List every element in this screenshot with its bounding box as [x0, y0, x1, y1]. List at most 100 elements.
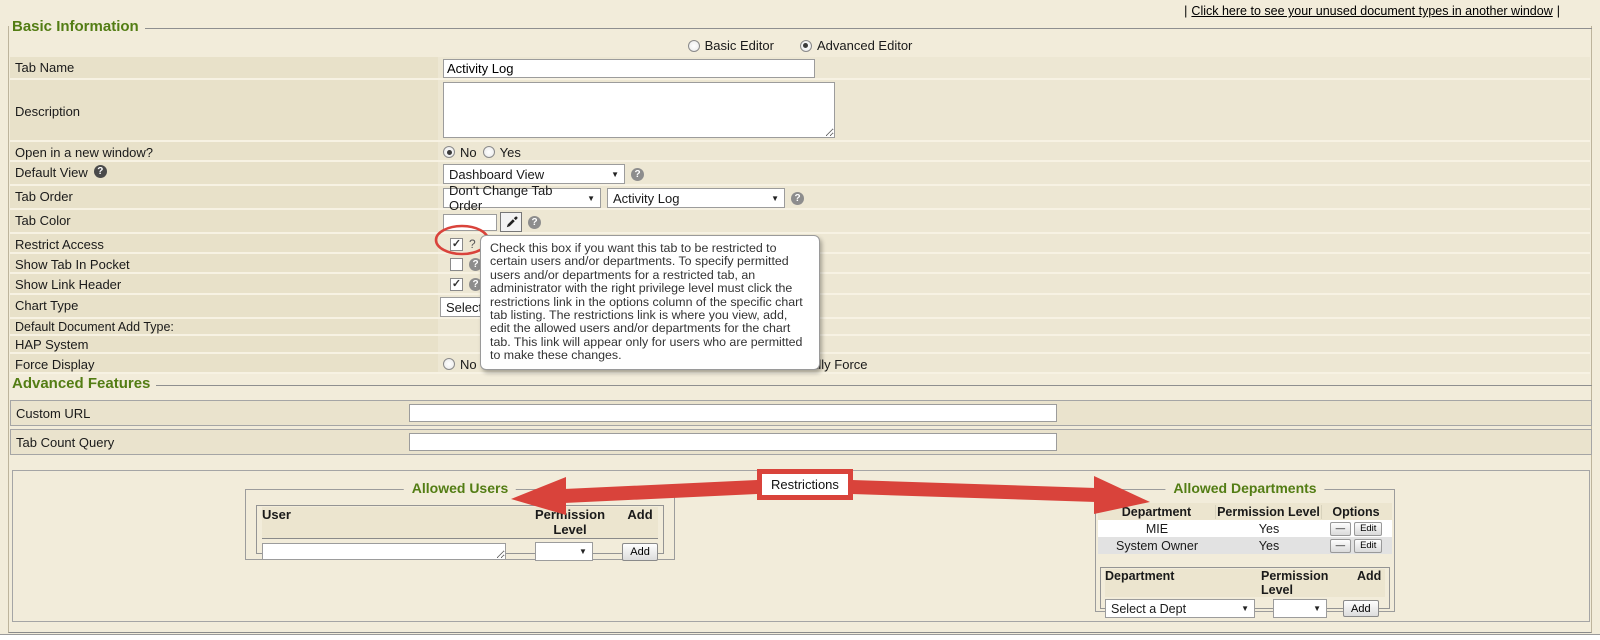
add-department-table: Department Permission Level Add Select a…: [1100, 567, 1390, 609]
restrict-access-checkbox[interactable]: ✓: [450, 238, 463, 251]
dropdown-arrow-icon: ▼: [611, 170, 619, 179]
user-input[interactable]: [262, 543, 506, 560]
advanced-editor-option[interactable]: Advanced Editor: [800, 38, 912, 53]
add-department-button[interactable]: Add: [1343, 600, 1379, 617]
tab-order-label: Tab Order: [10, 186, 438, 208]
restrict-access-tooltip: Check this box if you want this tab to b…: [480, 235, 820, 370]
add-department-header-row: Department Permission Level Add: [1105, 569, 1385, 597]
basic-editor-radio[interactable]: [688, 40, 700, 52]
department-column-header: Department: [1098, 505, 1216, 519]
show-tab-in-pocket-checkbox[interactable]: [450, 258, 463, 271]
tab-count-query-row: Tab Count Query: [10, 429, 1592, 455]
section-rule: [145, 28, 1592, 29]
allowed-users-header-row: User Permission Level Add: [262, 507, 658, 539]
basic-editor-option[interactable]: Basic Editor: [688, 38, 774, 53]
department-select-value: Select a Dept: [1111, 602, 1186, 616]
help-icon[interactable]: ?: [631, 168, 644, 181]
open-window-no-radio[interactable]: [443, 146, 455, 158]
allowed-users-table: User Permission Level Add ▼ Add: [256, 505, 664, 554]
department-select[interactable]: Select a Dept ▼: [1105, 599, 1255, 618]
edit-department-button[interactable]: Edit: [1354, 522, 1382, 536]
top-link-bar: | Click here to see your unused document …: [1180, 4, 1564, 18]
tab-name-label: Tab Name: [10, 57, 438, 78]
advanced-editor-label: Advanced Editor: [817, 38, 912, 53]
show-link-header-checkbox[interactable]: ✓: [450, 278, 463, 291]
tab-editor-page: | Click here to see your unused document …: [0, 0, 1600, 640]
chart-type-value: Select: [446, 300, 482, 315]
open-window-yes-option[interactable]: Yes: [483, 145, 521, 160]
allowed-users-title: Allowed Users: [404, 480, 516, 496]
user-permission-select[interactable]: ▼: [535, 542, 593, 561]
default-view-row: Default View ? Dashboard View ▼ ?: [10, 162, 1590, 186]
description-textarea[interactable]: [443, 82, 835, 138]
tab-color-row: Tab Color ?: [10, 210, 1590, 234]
tab-order-mode-select[interactable]: Don't Change Tab Order ▼: [443, 188, 601, 208]
help-icon[interactable]: ?: [528, 216, 541, 229]
section-rule: [156, 385, 1592, 386]
department-permission-select[interactable]: ▼: [1273, 599, 1327, 618]
open-window-no-option[interactable]: No: [443, 145, 477, 160]
remove-department-button[interactable]: —: [1330, 522, 1352, 536]
departments-header-row: Department Permission Level Options: [1098, 503, 1392, 520]
force-display-label: Force Display: [10, 354, 438, 372]
help-icon[interactable]: ?: [791, 192, 804, 205]
basic-editor-label: Basic Editor: [705, 38, 774, 53]
add-column-header: Add: [1357, 569, 1385, 597]
table-row: System Owner Yes — Edit: [1098, 537, 1392, 554]
dropdown-arrow-icon: ▼: [771, 194, 779, 203]
allowed-departments-title: Allowed Departments: [1165, 480, 1324, 496]
department-cell: System Owner: [1098, 539, 1216, 553]
tab-name-row: Tab Name: [10, 57, 1590, 80]
show-tab-in-pocket-label: Show Tab In Pocket: [10, 254, 438, 272]
custom-url-label: Custom URL: [11, 406, 409, 421]
force-display-no-radio[interactable]: [443, 358, 455, 370]
open-window-no-label: No: [460, 145, 477, 160]
remove-department-button[interactable]: —: [1330, 539, 1352, 553]
custom-url-row: Custom URL: [10, 400, 1592, 426]
restrict-access-label: Restrict Access: [10, 234, 438, 252]
add-department-input-row: Select a Dept ▼ ▼ Add: [1105, 599, 1385, 618]
show-link-header-label: Show Link Header: [10, 274, 438, 293]
color-picker-button[interactable]: [500, 212, 522, 232]
permission-level-column-header: Permission Level: [518, 507, 622, 537]
advanced-features-section-header: Advanced Features: [8, 375, 1592, 392]
permission-level-column-header: Permission Level: [1261, 569, 1357, 597]
open-new-window-row: Open in a new window? No Yes: [10, 142, 1590, 162]
chart-type-label: Chart Type: [10, 295, 438, 317]
pipe-separator: |: [1557, 4, 1560, 18]
custom-url-input[interactable]: [409, 404, 1057, 422]
user-column-header: User: [262, 507, 518, 537]
edit-department-button[interactable]: Edit: [1354, 539, 1382, 553]
open-window-yes-radio[interactable]: [483, 146, 495, 158]
open-window-yes-label: Yes: [500, 145, 521, 160]
department-column-header: Department: [1105, 569, 1261, 597]
allowed-departments-panel: Allowed Departments Department Permissio…: [1095, 489, 1395, 612]
tab-order-target-select[interactable]: Activity Log ▼: [607, 188, 785, 208]
tab-color-input[interactable]: [443, 214, 497, 231]
force-display-no-label: No: [460, 357, 477, 372]
tab-count-query-input[interactable]: [409, 433, 1057, 451]
advanced-editor-radio[interactable]: [800, 40, 812, 52]
dropdown-arrow-icon: ▼: [1241, 604, 1249, 613]
tab-order-mode-value: Don't Change Tab Order: [449, 183, 579, 213]
default-document-add-type-label: Default Document Add Type:: [10, 319, 438, 334]
default-view-value: Dashboard View: [449, 167, 544, 182]
unused-document-types-link[interactable]: Click here to see your unused document t…: [1191, 4, 1552, 18]
dropdown-arrow-icon: ▼: [587, 194, 595, 203]
tab-count-query-label: Tab Count Query: [11, 435, 409, 450]
tab-name-input[interactable]: [443, 59, 815, 78]
checkmark-icon: ✓: [452, 239, 461, 250]
default-view-select[interactable]: Dashboard View ▼: [443, 164, 625, 184]
section-title: Basic Information: [8, 18, 145, 35]
basic-information-section-header: Basic Information: [8, 18, 1592, 35]
tab-order-target-value: Activity Log: [613, 191, 679, 206]
allowed-users-input-row: ▼ Add: [262, 542, 658, 561]
description-row: Description: [10, 80, 1590, 142]
hap-system-label: HAP System: [10, 336, 438, 352]
restrict-access-help[interactable]: ?: [469, 237, 476, 251]
add-user-button[interactable]: Add: [622, 543, 658, 561]
help-icon[interactable]: ?: [94, 165, 107, 178]
open-new-window-label: Open in a new window?: [10, 142, 438, 160]
force-display-no-option[interactable]: No: [443, 357, 477, 372]
tab-color-label: Tab Color: [10, 210, 438, 232]
